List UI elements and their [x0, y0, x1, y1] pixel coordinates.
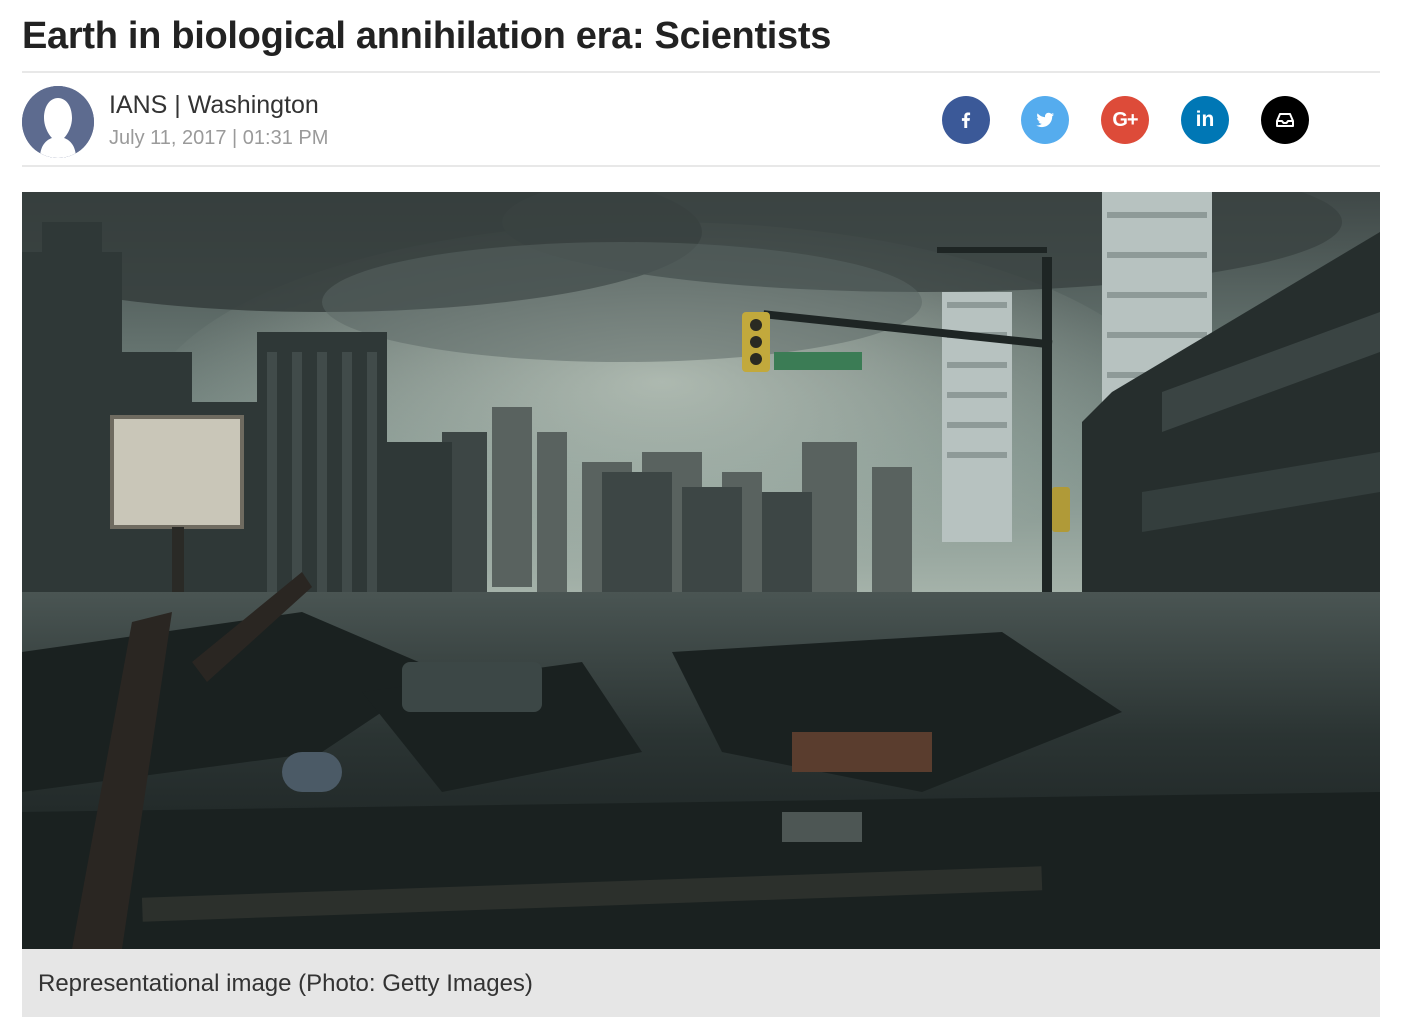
header-divider-bottom: [22, 165, 1380, 167]
person-silhouette-icon: [22, 86, 94, 158]
header-divider-top: [22, 71, 1380, 73]
author-byline[interactable]: IANS | Washington: [109, 88, 319, 122]
facebook-share-button[interactable]: [942, 96, 990, 144]
article-headline: Earth in biological annihilation era: Sc…: [22, 15, 832, 57]
google-plus-icon: G+: [1112, 108, 1138, 131]
twitter-share-button[interactable]: [1021, 96, 1069, 144]
inbox-share-button[interactable]: [1261, 96, 1309, 144]
google-plus-share-button[interactable]: G+: [1101, 96, 1149, 144]
linkedin-share-button[interactable]: in: [1181, 96, 1229, 144]
facebook-icon: [961, 112, 971, 128]
article-page: Earth in biological annihilation era: Sc…: [0, 0, 1404, 1020]
lead-image[interactable]: [22, 192, 1380, 949]
publish-date: July 11, 2017 | 01:31 PM: [109, 127, 329, 149]
linkedin-icon: in: [1195, 108, 1215, 131]
image-caption: Representational image (Photo: Getty Ima…: [38, 970, 533, 997]
author-avatar[interactable]: [22, 86, 94, 158]
ruined-city-photo: [22, 192, 1380, 949]
image-caption-bar: Representational image (Photo: Getty Ima…: [22, 949, 1380, 1017]
twitter-icon: [1036, 112, 1054, 128]
inbox-icon: [1276, 113, 1294, 127]
